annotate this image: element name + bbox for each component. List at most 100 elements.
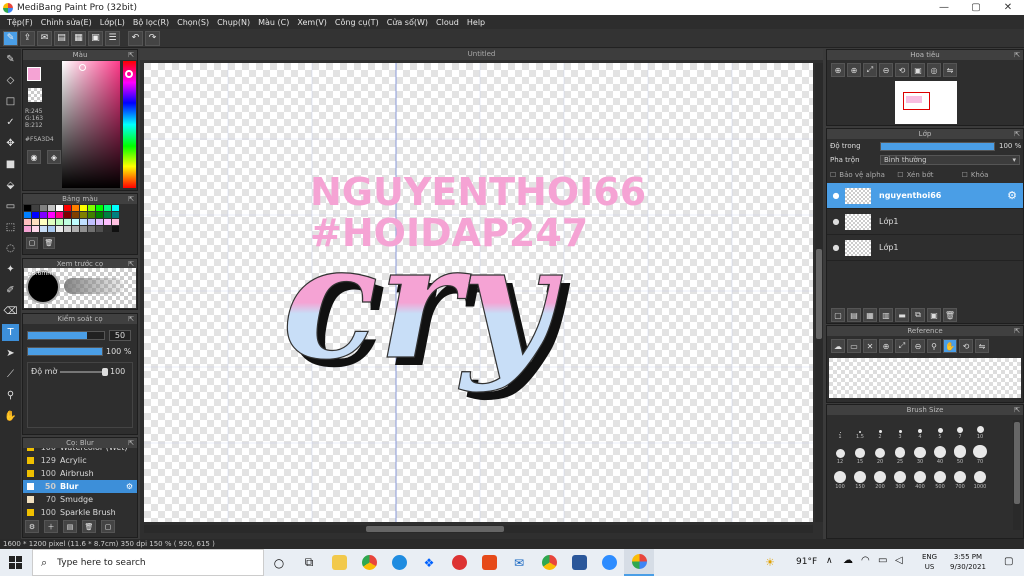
brush-size-option[interactable]: 200 [870,468,890,490]
actual-size-icon[interactable]: ▣ [911,63,925,77]
palette-swatch[interactable] [56,226,63,232]
brush-size-option[interactable]: 2 [870,418,890,440]
palette-swatch[interactable] [24,205,31,211]
zoom-fit-icon[interactable]: ⊕ [847,63,861,77]
palette-swatch[interactable] [112,226,119,232]
gradient-tool-icon[interactable]: ▭ [2,198,19,215]
brush-size-option[interactable]: 1 [830,418,850,440]
brush-size-option[interactable]: 4 [910,418,930,440]
word-icon[interactable] [564,549,594,576]
menu-layer[interactable]: Lớp(L) [96,18,129,27]
redo-icon[interactable]: ↷ [145,30,160,46]
layer-item[interactable]: ● Lớp1 [827,209,1023,235]
pen-tool-icon[interactable]: ✓ [2,114,19,131]
open-folder-icon[interactable]: ▭ [847,339,861,353]
expand-icon[interactable]: ⇱ [1014,405,1020,415]
palette-swatch[interactable] [48,205,55,211]
foreground-color-swatch[interactable] [27,67,41,81]
zoom-out-icon[interactable]: ⊖ [911,339,925,353]
expand-icon[interactable]: ⇱ [1014,129,1020,139]
brush-settings-icon[interactable]: ⚙ [25,520,39,533]
rotate-icon[interactable]: ⟲ [895,63,909,77]
dropbox-icon[interactable]: ❖ [414,549,444,576]
fill-rect-tool-icon[interactable]: ■ [2,156,19,173]
zoom-out-icon[interactable]: ⊖ [879,63,893,77]
blur-slider[interactable] [60,368,108,376]
palette-swatch[interactable] [24,212,31,218]
navigator-thumbnail[interactable] [895,81,957,124]
brush-item[interactable]: 100 Sparkle Brush [23,506,137,516]
brush-size-option[interactable]: 70 [970,443,990,465]
palette-swatch[interactable] [40,219,47,225]
alpha-lock-checkbox[interactable]: ☐ [830,171,836,179]
palette-swatch[interactable] [48,219,55,225]
layer-item[interactable]: ● Lớp1 [827,235,1023,261]
sv-cursor[interactable] [79,64,86,71]
palette-swatch[interactable] [24,219,31,225]
new-8bit-layer-icon[interactable]: ▦ [863,308,877,322]
brush-mode-icon[interactable]: ✎ [3,30,18,46]
expand-icon[interactable]: ⇱ [1014,50,1020,60]
brush-size-option[interactable]: 50 [950,443,970,465]
palette-swatch[interactable] [32,226,39,232]
hue-cursor[interactable] [125,70,133,78]
palette-swatch[interactable] [56,205,63,211]
operation-tool-icon[interactable]: ➤ [2,345,19,362]
eyedropper-icon[interactable]: ⚲ [927,339,941,353]
brush-size-option[interactable]: 300 [890,468,910,490]
lasso-tool-icon[interactable]: ◌ [2,240,19,257]
maximize-button[interactable]: ▢ [960,0,992,15]
task-view-icon[interactable]: ⧉ [294,549,324,576]
delete-layer-icon[interactable]: 🗑 [943,308,957,322]
brush-size-option[interactable]: 400 [910,468,930,490]
brush-size-option[interactable]: 500 [930,468,950,490]
menu-tools[interactable]: Công cụ(T) [331,18,383,27]
palette-swatch[interactable] [72,219,79,225]
brush-item[interactable]: 100 Airbrush [23,467,137,480]
chevron-up-icon[interactable]: ∧ [826,556,833,566]
file-explorer-icon[interactable] [324,549,354,576]
brush-size-option[interactable]: 40 [930,443,950,465]
layer-folder-icon[interactable]: ▬ [895,308,909,322]
gear-icon[interactable]: ⚙ [126,482,133,491]
palette-swatch[interactable] [112,212,119,218]
cloud-icon[interactable]: ☁ [831,339,845,353]
expand-icon[interactable]: ⇱ [1014,326,1020,336]
office-icon[interactable] [474,549,504,576]
palette-swatch[interactable] [40,226,47,232]
palette-swatch[interactable] [96,226,103,232]
palette-swatch[interactable] [96,212,103,218]
brush-size-scrollbar[interactable] [1013,420,1021,530]
panel-icon[interactable]: ▤ [54,30,69,46]
select-rect-tool-icon[interactable]: ⬚ [2,219,19,236]
drawing-canvas[interactable]: NGUYENTHOI66 #HOIDAP247 cry cry [144,63,813,522]
menu-cloud[interactable]: Cloud [432,18,463,27]
palette-swatch[interactable] [40,205,47,211]
palette-swatch[interactable] [112,205,119,211]
palette-swatch[interactable] [88,219,95,225]
new-layer-icon[interactable]: ▢ [831,308,845,322]
zoom-in-icon[interactable]: ⊕ [879,339,893,353]
gear-icon[interactable]: ⚙ [1007,189,1017,202]
palette-swatch[interactable] [104,212,111,218]
app-icon-red[interactable] [444,549,474,576]
close-button[interactable]: ✕ [992,0,1024,15]
palette-swatch[interactable] [48,212,55,218]
visibility-icon[interactable]: ● [827,217,845,226]
add-brush-icon[interactable]: ＋ [44,520,58,533]
palette-swatch[interactable] [64,226,71,232]
zoom-icon[interactable] [594,549,624,576]
reference-canvas[interactable] [829,358,1021,398]
blur-slider-thumb[interactable] [102,368,108,376]
brush-size-option[interactable]: 3 [890,418,910,440]
brush-size-option[interactable]: 100 [830,468,850,490]
expand-icon[interactable]: ⇱ [128,194,134,204]
palette-swatch[interactable] [88,226,95,232]
expand-icon[interactable]: ⇱ [128,50,134,60]
color-wheel-icon[interactable]: ◉ [27,150,41,164]
notification-icon[interactable]: ▢ [1004,556,1013,567]
brush-size-option[interactable]: 1.5 [850,418,870,440]
expand-icon[interactable]: ⇱ [128,314,134,324]
palette-swatch[interactable] [104,219,111,225]
palette-swatch[interactable] [88,212,95,218]
